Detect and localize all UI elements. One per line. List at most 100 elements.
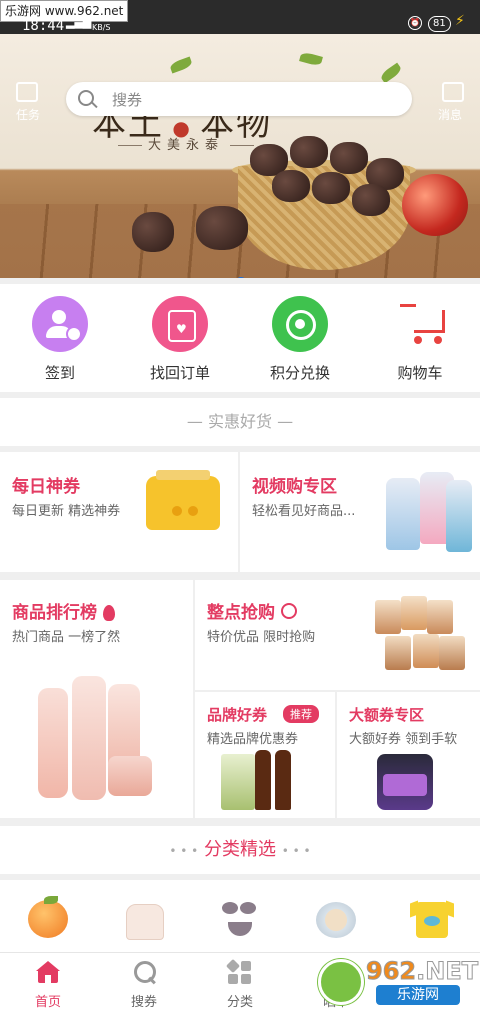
cushion-compact-icon[interactable] bbox=[314, 896, 358, 940]
big-coupon-sub: 大额好券 领到手软 bbox=[349, 732, 458, 747]
dried-date-image bbox=[196, 206, 248, 250]
recover-order-label: 找回订单 bbox=[149, 364, 210, 382]
snack-bag-image bbox=[385, 636, 411, 670]
leaf-icon bbox=[299, 51, 323, 67]
flash-sale-title-text: 整点抢购 bbox=[207, 603, 275, 623]
peach-icon[interactable] bbox=[26, 896, 70, 940]
video-shopping-title: 视频购专区 bbox=[252, 477, 337, 497]
network-speed-value: 22.0 bbox=[92, 14, 110, 23]
tab-category[interactable]: 分类 bbox=[192, 958, 288, 1010]
video-shopping-card[interactable]: 视频购专区 轻松看见好商品... bbox=[240, 452, 480, 572]
shutter-icon bbox=[272, 296, 328, 352]
title-dots: • • • bbox=[281, 844, 311, 858]
snack-bag-image bbox=[413, 634, 439, 668]
category-section-title: • • • 分类精选 • • • bbox=[0, 826, 480, 874]
flash-sale-sub: 特价优品 限时抢购 bbox=[207, 630, 316, 645]
dried-date-image bbox=[330, 142, 368, 174]
ranking-sub: 热门商品 一榜了然 bbox=[12, 630, 121, 645]
ranking-title: 商品排行榜 bbox=[12, 598, 115, 623]
task-label[interactable]: 任务 bbox=[16, 106, 40, 123]
network-speed: 22.0 KB/S bbox=[92, 14, 111, 32]
logo-chinese: 乐游网 bbox=[376, 985, 460, 1005]
deals-section-title: — 实惠好货 — bbox=[0, 398, 480, 446]
apple-image bbox=[402, 174, 468, 236]
banner-subtitle: 大美永泰 bbox=[112, 134, 260, 153]
cart-action[interactable]: 购物车 bbox=[372, 296, 468, 383]
tab-search-label: 搜券 bbox=[130, 995, 157, 1010]
search-bar[interactable] bbox=[66, 82, 412, 118]
title-dash: — bbox=[186, 412, 208, 431]
snack-bag-image bbox=[375, 600, 401, 634]
brand-coupon-title: 品牌好券 bbox=[207, 706, 268, 724]
cosmetic-bottle-image bbox=[72, 676, 106, 800]
dried-date-image bbox=[352, 184, 390, 216]
bottom-tab-bar: 首页 搜券 分类 晒单 962.NET 乐游网 bbox=[0, 952, 480, 1014]
deals-title-text: 实惠好货 bbox=[207, 412, 272, 431]
jam-jar-image bbox=[377, 754, 433, 810]
grid-icon bbox=[225, 958, 252, 985]
charging-icon: ⚡ bbox=[455, 13, 465, 29]
search-input[interactable] bbox=[110, 82, 404, 118]
sign-in-label: 签到 bbox=[44, 364, 75, 382]
points-exchange-action[interactable]: 积分兑换 bbox=[252, 296, 348, 383]
mouthwash-image bbox=[446, 480, 472, 552]
recommend-badge: 推荐 bbox=[283, 705, 319, 723]
task-icon[interactable] bbox=[14, 80, 38, 104]
dried-date-image bbox=[132, 212, 174, 252]
dried-date-image bbox=[290, 136, 328, 168]
user-add-icon bbox=[32, 296, 88, 352]
toaster-image bbox=[146, 470, 220, 530]
brand-coupon-sub: 精选品牌优惠券 bbox=[207, 732, 299, 747]
tab-search-coupon[interactable]: 搜券 bbox=[96, 961, 192, 1010]
big-coupon-title: 大额券专区 bbox=[349, 706, 425, 724]
mouthwash-image bbox=[386, 478, 420, 550]
daily-coupon-card[interactable]: 每日神券 每日更新 精选神券 bbox=[0, 452, 238, 572]
home-icon bbox=[36, 961, 60, 985]
category-title-text: 分类精选 bbox=[204, 839, 276, 860]
search-icon bbox=[132, 961, 156, 985]
blouse-icon[interactable] bbox=[122, 896, 166, 940]
ranking-card[interactable]: 商品排行榜 热门商品 一榜了然 bbox=[0, 580, 193, 818]
message-label[interactable]: 消息 bbox=[438, 106, 462, 123]
ranking-title-text: 商品排行榜 bbox=[12, 603, 97, 623]
network-speed-unit: KB/S bbox=[92, 23, 111, 32]
snack-bag-image bbox=[401, 596, 427, 630]
lingerie-icon[interactable] bbox=[218, 896, 262, 940]
status-time: 18:44 bbox=[22, 18, 65, 34]
big-coupon-card[interactable]: 大额券专区 大额好券 领到手软 bbox=[337, 692, 480, 818]
tab-home[interactable]: 首页 bbox=[0, 961, 96, 1010]
flash-sale-card[interactable]: 整点抢购 特价优品 限时抢购 bbox=[195, 580, 480, 690]
cosmetic-jar-image bbox=[108, 756, 152, 796]
hero-banner[interactable]: 本土 ● 本物 大美永泰 任务 消息 bbox=[0, 34, 480, 278]
snack-bag-image bbox=[439, 636, 465, 670]
site-logo-watermark: 962.NET 乐游网 bbox=[318, 957, 479, 1009]
cart-label: 购物车 bbox=[397, 364, 443, 382]
daily-coupon-sub: 每日更新 精选神券 bbox=[12, 504, 121, 519]
logo-suffix-text: .NET bbox=[416, 957, 479, 986]
leaf-icon bbox=[379, 62, 403, 84]
tab-home-label: 首页 bbox=[34, 995, 61, 1010]
signal-icon: ▂▄▆ bbox=[66, 16, 92, 29]
tab-category-label: 分类 bbox=[226, 995, 253, 1010]
clock-icon bbox=[281, 603, 297, 619]
flash-sale-title: 整点抢购 bbox=[207, 598, 297, 623]
quick-actions: 签到 ♥ 找回订单 积分兑换 购物车 bbox=[0, 284, 480, 392]
daily-coupon-title: 每日神券 bbox=[12, 477, 80, 497]
kids-tshirt-icon[interactable] bbox=[410, 896, 454, 940]
snack-bag-image bbox=[427, 600, 453, 634]
category-row bbox=[0, 880, 480, 952]
video-shopping-sub: 轻松看见好商品... bbox=[252, 504, 356, 519]
points-exchange-label: 积分兑换 bbox=[269, 364, 330, 382]
supplement-bottle-image bbox=[275, 750, 291, 810]
brand-coupon-card[interactable]: 品牌好券 推荐 精选品牌优惠券 bbox=[195, 692, 335, 818]
recover-order-action[interactable]: ♥ 找回订单 bbox=[132, 296, 228, 383]
supplement-bottle-image bbox=[255, 750, 271, 810]
dried-date-image bbox=[272, 170, 310, 202]
title-dots: • • • bbox=[169, 844, 199, 858]
bag-heart-icon: ♥ bbox=[152, 296, 208, 352]
status-bar: 乐游网 www.962.net 18:44 ▂▄▆ 22.0 KB/S ⏰ 81… bbox=[0, 0, 480, 34]
search-icon bbox=[78, 90, 94, 106]
sign-in-action[interactable]: 签到 bbox=[12, 296, 108, 383]
supplement-box-image bbox=[221, 754, 255, 810]
message-icon[interactable] bbox=[440, 80, 464, 104]
